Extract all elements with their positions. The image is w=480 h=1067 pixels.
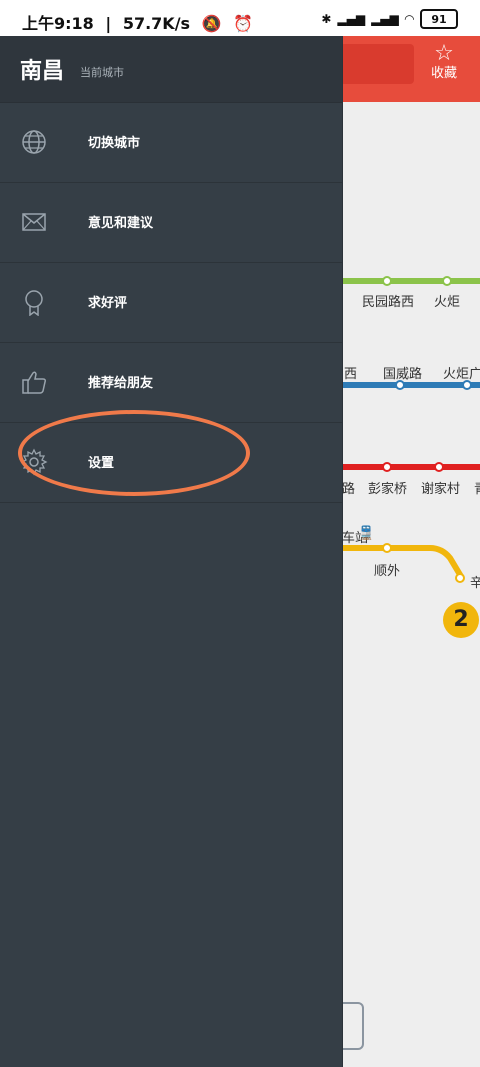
alarm-icon: ⏰ — [233, 14, 254, 33]
menu-item-feedback[interactable]: 意见和建议 — [0, 183, 342, 263]
menu-label: 意见和建议 — [88, 216, 154, 231]
globe-icon — [22, 130, 46, 154]
station-label[interactable]: 彭家桥 — [368, 478, 407, 497]
search-box[interactable] — [340, 44, 414, 84]
station-marker[interactable] — [434, 462, 444, 472]
status-right: ✱ ▂▄▆ ▂▄▆ ◠ 91 — [321, 9, 458, 29]
green-line — [342, 278, 480, 284]
station-marker[interactable] — [382, 543, 392, 553]
station-label[interactable]: 火炬广 — [443, 363, 480, 382]
star-icon: ☆ — [434, 41, 454, 66]
station-label[interactable]: 火炬 — [434, 291, 460, 310]
menu-item-share[interactable]: 推荐给朋友 — [0, 343, 342, 423]
line-2-badge[interactable]: 2 — [443, 602, 479, 638]
favorite-button[interactable]: ☆ 收藏 — [418, 42, 470, 82]
station-label[interactable]: 谢家村 — [421, 478, 460, 497]
mute-icon: 🔕 — [201, 14, 222, 33]
signal-icon: ▂▄▆ — [337, 12, 366, 26]
wifi-icon: ◠ — [404, 12, 414, 26]
status-time: 上午9:18 — [22, 14, 94, 33]
station-label[interactable]: 民园路西 — [362, 291, 414, 310]
award-icon — [25, 290, 43, 316]
station-label[interactable]: 辛 — [470, 572, 480, 591]
current-city[interactable]: 南昌 — [20, 53, 64, 85]
status-bar: 上午9:18 | 57.7K/s 🔕 ⏰ ✱ ▂▄▆ ▂▄▆ ◠ 91 — [0, 0, 480, 36]
mail-icon — [22, 213, 46, 231]
station-marker[interactable] — [382, 462, 392, 472]
blue-line — [342, 382, 480, 388]
menu-label: 切换城市 — [88, 136, 141, 151]
station-label[interactable]: 西 — [344, 363, 357, 382]
battery-level: 91 — [431, 12, 447, 26]
battery-icon: 91 — [420, 9, 458, 29]
status-left: 上午9:18 | 57.7K/s 🔕 ⏰ — [22, 10, 259, 34]
station-label[interactable]: 路 — [342, 478, 355, 497]
station-marker[interactable] — [442, 276, 452, 286]
menu-label: 求好评 — [88, 296, 128, 311]
thumbs-up-icon — [22, 371, 46, 394]
station-marker[interactable] — [455, 573, 465, 583]
station-label[interactable]: 青 — [474, 478, 480, 497]
station-label[interactable]: 国威路 — [383, 363, 422, 382]
red-line — [342, 464, 480, 470]
settings-highlight-annotation — [18, 410, 250, 496]
station-label[interactable]: 顺外 — [374, 560, 400, 579]
drawer-header: 南昌 当前城市 — [0, 36, 342, 103]
status-divider: | — [105, 14, 112, 33]
current-city-caption: 当前城市 — [80, 66, 124, 79]
station-marker[interactable] — [382, 276, 392, 286]
bluetooth-icon: ✱ — [321, 12, 332, 26]
menu-label: 推荐给朋友 — [88, 376, 154, 391]
signal-icon-2: ▂▄▆ — [371, 12, 399, 26]
status-speed: 57.7K/s — [122, 14, 191, 33]
menu-item-switch-city[interactable]: 切换城市 — [0, 103, 342, 183]
menu-item-rate[interactable]: 求好评 — [0, 263, 342, 343]
favorite-label: 收藏 — [430, 66, 457, 81]
train-icon: 🚆 — [358, 526, 375, 541]
navigation-drawer: 南昌 当前城市 切换城市 意见和建议 求好评 推荐给朋友 设置 — [0, 36, 343, 1067]
